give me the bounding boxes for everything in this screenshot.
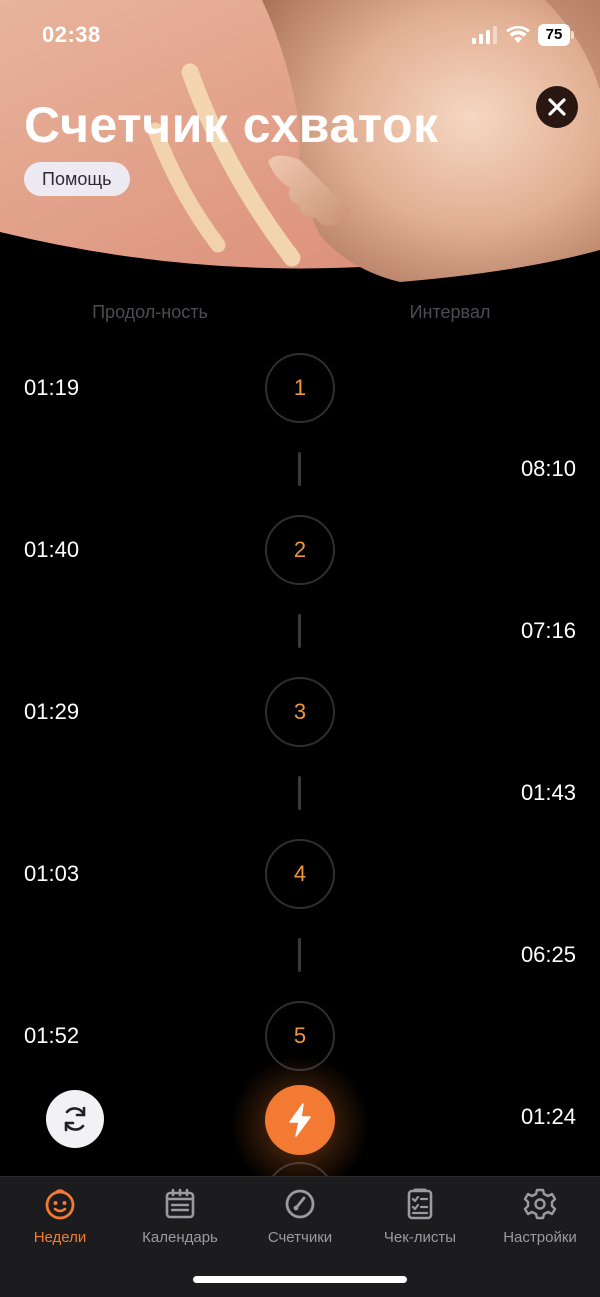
contraction-row[interactable]: 01:03 4 (0, 839, 600, 909)
interval-value: 08:10 (520, 456, 576, 481)
tab-settings[interactable]: Настройки (480, 1187, 600, 1257)
tab-label: Недели (33, 1229, 87, 1246)
contraction-number: 3 (265, 677, 335, 747)
duration-value: 01:40 (24, 537, 80, 562)
tab-label: Календарь (142, 1229, 218, 1246)
interval-value: 01:24 (520, 1104, 576, 1129)
duration-value: 01:19 (24, 375, 80, 400)
duration-value: 01:29 (24, 699, 80, 724)
start-contraction-button[interactable] (265, 1085, 335, 1155)
tab-label: Настройки (503, 1229, 577, 1246)
tab-label: Чек-листы (383, 1229, 457, 1246)
contraction-row[interactable]: 01:29 3 (0, 677, 600, 747)
interval-value: 01:43 (520, 780, 576, 805)
calendar-icon (165, 1188, 195, 1219)
baby-face-icon (45, 1189, 75, 1220)
home-indicator[interactable] (193, 1276, 407, 1283)
gear-icon (523, 1188, 557, 1220)
gauge-icon (285, 1189, 315, 1219)
duration-value: 01:03 (24, 861, 80, 886)
interval-value: 07:16 (520, 618, 576, 643)
connector-line (298, 452, 301, 486)
contraction-row[interactable]: 01:19 1 (0, 353, 600, 423)
reset-button[interactable] (46, 1090, 104, 1148)
duration-value: 01:52 (24, 1023, 80, 1048)
contraction-row[interactable]: 01:40 2 (0, 515, 600, 585)
tab-weeks[interactable]: Недели (0, 1187, 120, 1257)
tab-calendar[interactable]: Календарь (120, 1187, 240, 1257)
tab-label: Счетчики (267, 1229, 333, 1246)
refresh-icon (64, 1106, 86, 1132)
tab-counters[interactable]: Счетчики (240, 1187, 360, 1257)
connector-line (298, 938, 301, 972)
checklist-icon (407, 1188, 433, 1220)
lightning-icon (289, 1103, 311, 1137)
tab-checklists[interactable]: Чек-листы (360, 1187, 480, 1257)
connector-line (298, 776, 301, 810)
contraction-counter-screen: 02:38 75 Счетчик схваток Помощь Продол-н… (0, 0, 600, 1297)
connector-line (298, 614, 301, 648)
contraction-number: 4 (265, 839, 335, 909)
interval-value: 06:25 (520, 942, 576, 967)
contraction-number: 2 (265, 515, 335, 585)
contraction-number: 1 (265, 353, 335, 423)
